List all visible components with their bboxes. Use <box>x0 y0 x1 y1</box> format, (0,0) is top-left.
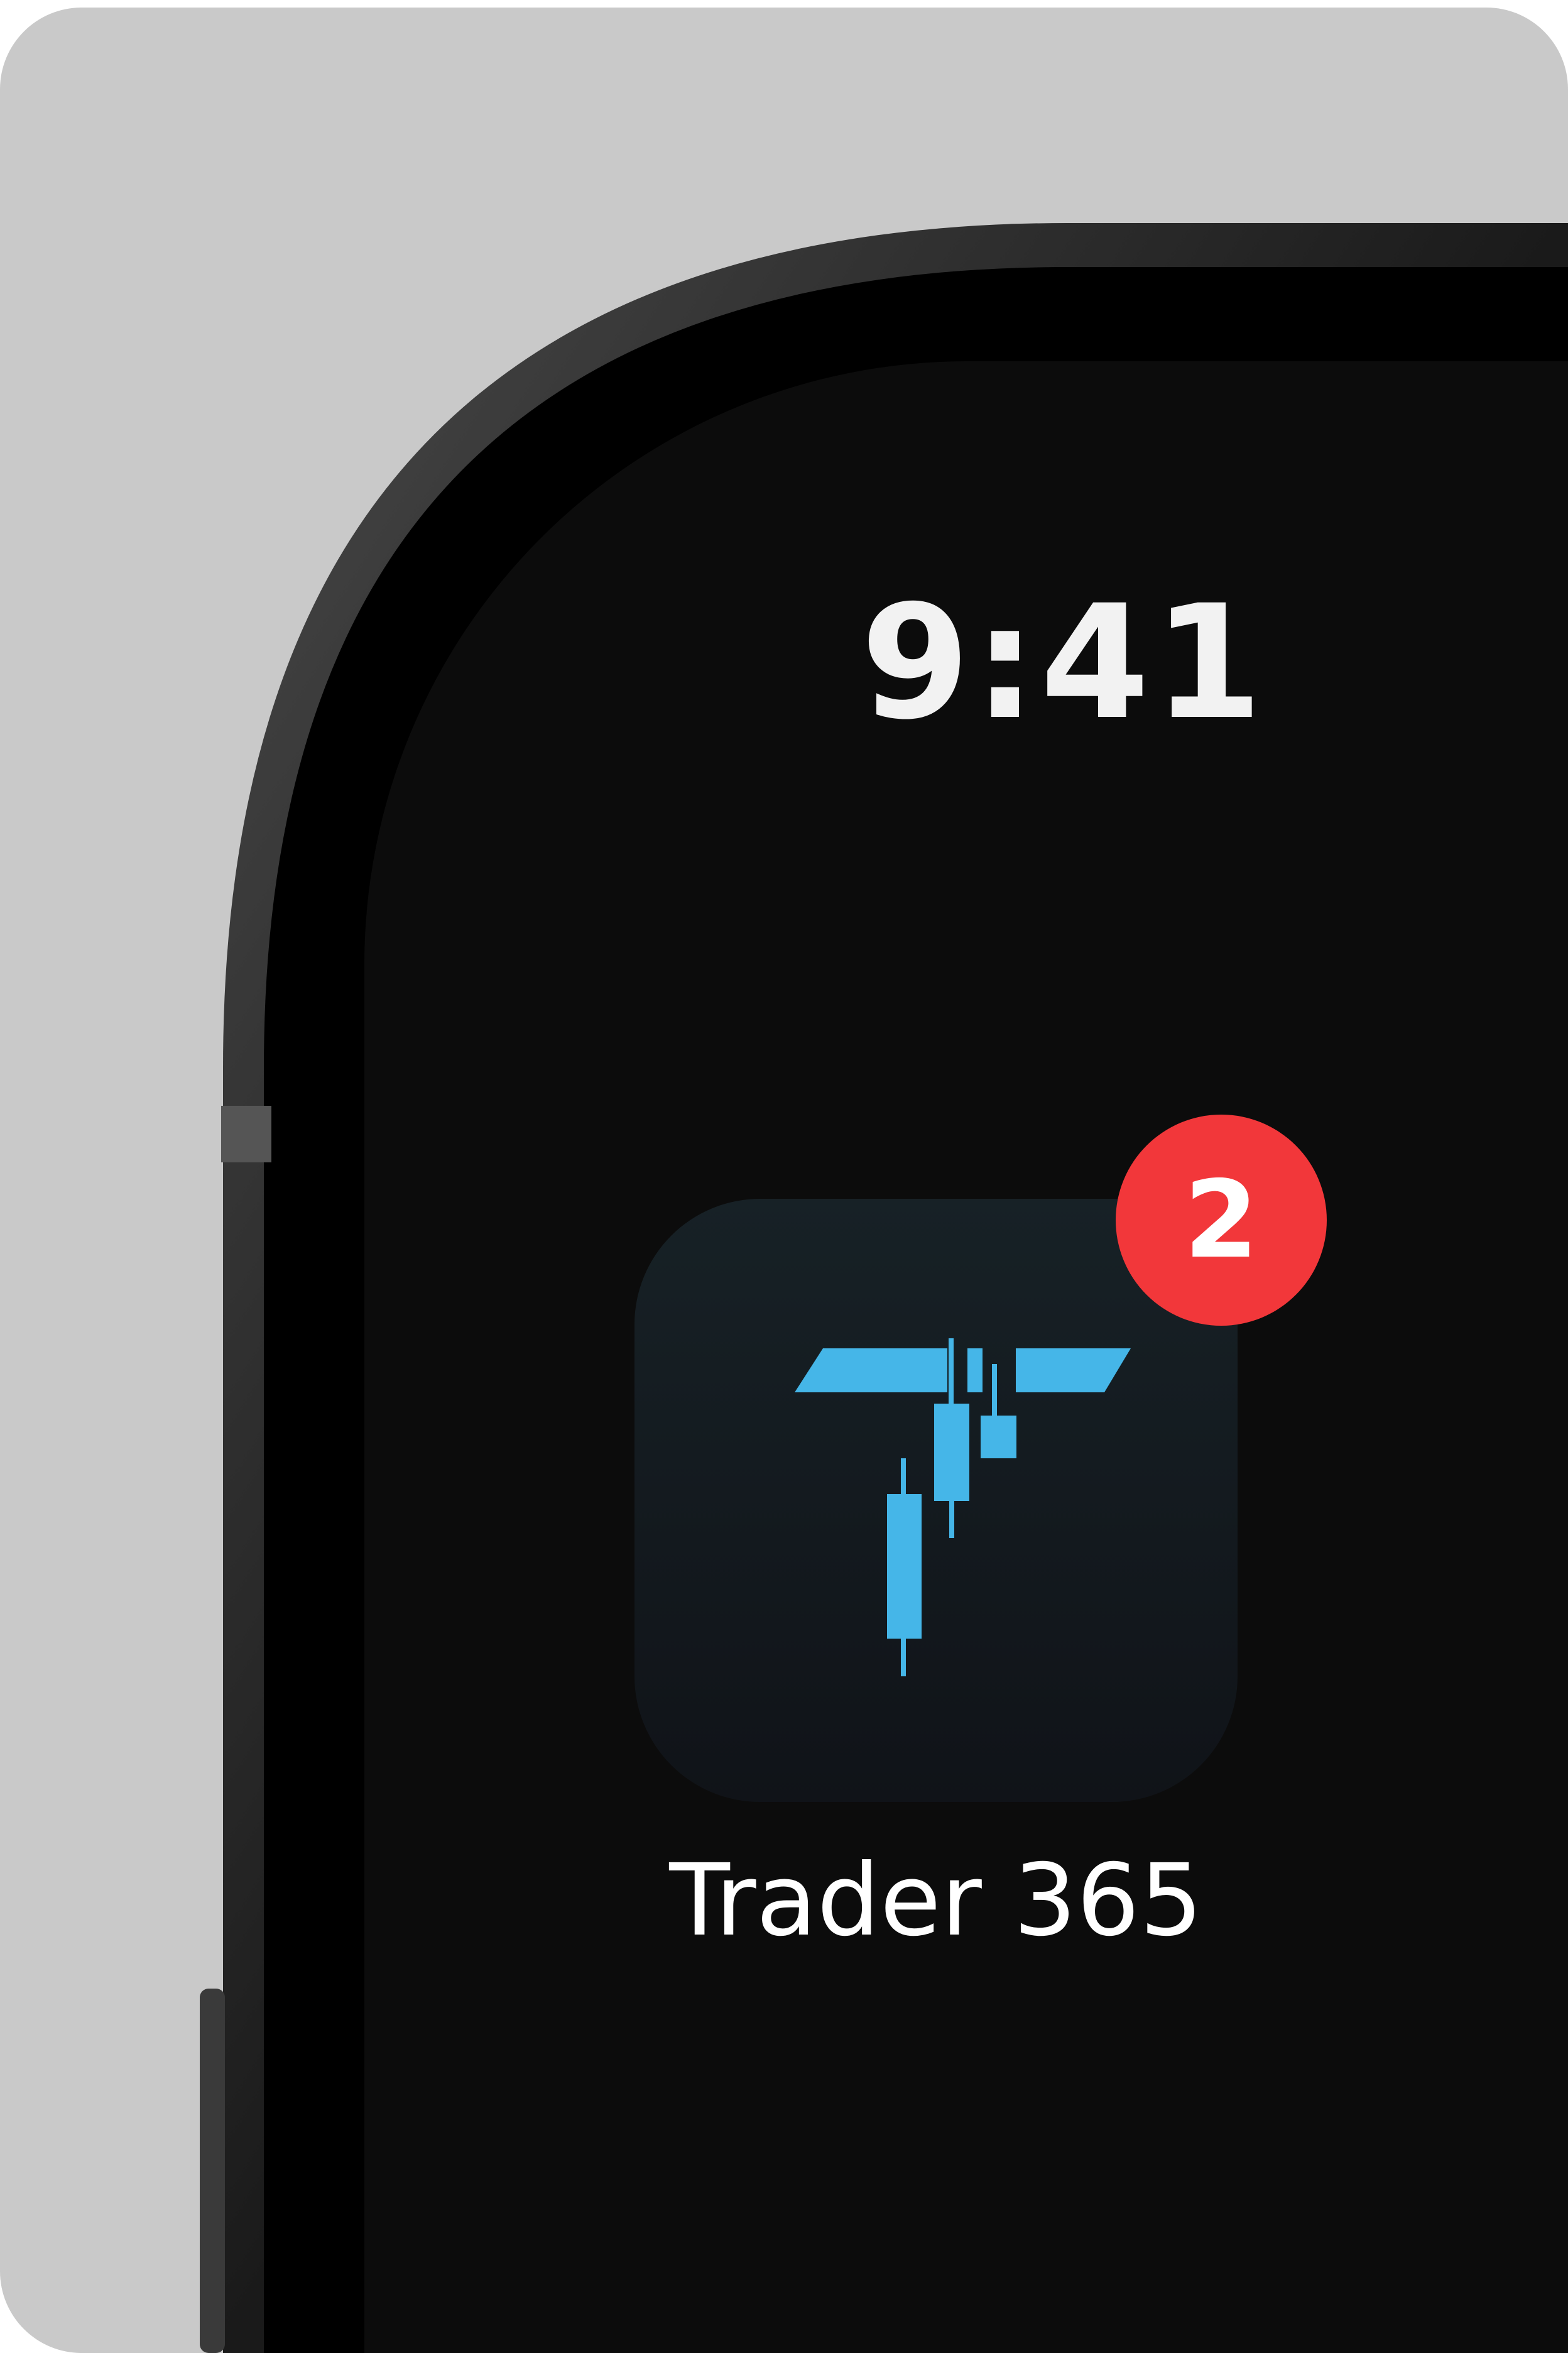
notification-badge: 2 <box>1116 1115 1327 1326</box>
app-label[interactable]: Trader 365 <box>622 1844 1250 1957</box>
side-button <box>200 1989 225 2353</box>
antenna-line <box>221 1106 271 1162</box>
status-bar-time: 9:41 <box>861 571 1266 754</box>
